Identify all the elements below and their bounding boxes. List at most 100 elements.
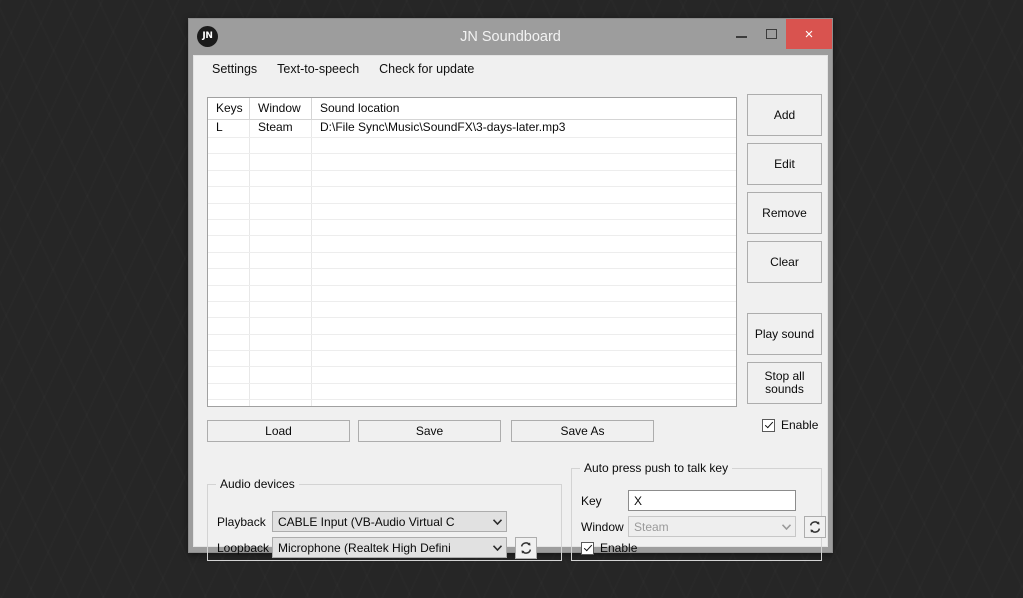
- play-sound-button[interactable]: Play sound: [747, 313, 822, 355]
- row-cell-empty: [312, 302, 736, 317]
- row-cell-empty: [208, 334, 250, 351]
- menu-item-text-to-speech[interactable]: Text-to-speech: [267, 59, 369, 79]
- sound-list-body: L Steam D:\File Sync\Music\SoundFX\3-days-…: [208, 120, 736, 406]
- table-row-empty[interactable]: [208, 285, 736, 302]
- row-cell-empty: [312, 286, 736, 301]
- row-cell-empty: [312, 367, 736, 382]
- title-bar[interactable]: JN JN Soundboard ×: [189, 19, 832, 55]
- column-header-sound-location[interactable]: Sound location: [312, 98, 736, 119]
- row-cell-empty: [208, 400, 250, 406]
- enable-checkbox-label: Enable: [781, 418, 819, 432]
- ptt-enable-checkbox[interactable]: Enable: [581, 541, 637, 555]
- ptt-enable-checkbox-box[interactable]: [581, 541, 594, 555]
- row-cell-empty: [208, 285, 250, 301]
- table-row-empty[interactable]: [208, 236, 736, 253]
- clear-button[interactable]: Clear: [747, 241, 822, 283]
- column-header-window[interactable]: Window: [250, 98, 312, 119]
- row-cell-empty: [208, 236, 250, 252]
- ptt-key-input[interactable]: X: [628, 490, 796, 511]
- row-cell-empty: [250, 383, 312, 400]
- row-cell-empty: [250, 269, 312, 285]
- row-cell-empty: [250, 203, 312, 219]
- row-cell-empty: [312, 335, 736, 350]
- table-row[interactable]: L Steam D:\File Sync\Music\SoundFX\3-days-…: [208, 120, 736, 138]
- save-as-button[interactable]: Save As: [511, 420, 654, 442]
- row-cell-empty: [312, 171, 736, 186]
- table-row-empty[interactable]: [208, 138, 736, 155]
- ptt-window-combo-value: Steam: [634, 519, 669, 534]
- row-cell-empty: [312, 154, 736, 169]
- table-row-empty[interactable]: [208, 334, 736, 352]
- chevron-down-icon: [778, 517, 795, 536]
- sound-list[interactable]: Keys Window Sound location L Steam D:\File…: [207, 97, 737, 407]
- menu-item-settings[interactable]: Settings: [202, 59, 267, 79]
- row-cell-empty: [312, 138, 736, 153]
- table-row-empty[interactable]: [208, 154, 736, 171]
- refresh-window-list-button[interactable]: [804, 516, 826, 538]
- refresh-audio-devices-button[interactable]: [515, 537, 537, 559]
- push-to-talk-title: Auto press push to talk key: [580, 461, 733, 475]
- row-cell-empty: [312, 318, 736, 333]
- table-row-empty[interactable]: [208, 219, 736, 237]
- table-row-empty[interactable]: [208, 400, 736, 406]
- audio-devices-title: Audio devices: [216, 477, 299, 491]
- refresh-icon: [520, 542, 532, 554]
- table-row-empty[interactable]: [208, 301, 736, 319]
- menu-item-check-for-update[interactable]: Check for update: [369, 59, 484, 79]
- row-cell-empty: [250, 138, 312, 154]
- row-cell-empty: [312, 236, 736, 251]
- table-row-empty[interactable]: [208, 351, 736, 368]
- table-row-empty[interactable]: [208, 318, 736, 335]
- row-cell-empty: [312, 400, 736, 406]
- playback-combo[interactable]: CABLE Input (VB-Audio Virtual C: [272, 511, 507, 532]
- remove-button[interactable]: Remove: [747, 192, 822, 234]
- row-cell-empty: [312, 187, 736, 202]
- row-cell-empty: [208, 219, 250, 236]
- save-button[interactable]: Save: [358, 420, 501, 442]
- row-cell-empty: [312, 351, 736, 366]
- row-cell-empty: [250, 367, 312, 383]
- row-cell-empty: [312, 204, 736, 219]
- row-cell-empty: [250, 170, 312, 187]
- load-button[interactable]: Load: [207, 420, 350, 442]
- loopback-combo[interactable]: Microphone (Realtek High Defini: [272, 537, 507, 558]
- maximize-icon: [765, 29, 777, 39]
- enable-checkbox[interactable]: Enable: [762, 418, 818, 432]
- minimize-button[interactable]: [726, 19, 756, 49]
- push-to-talk-group: Auto press push to talk key Key X Window…: [571, 461, 826, 561]
- table-row-empty[interactable]: [208, 170, 736, 188]
- table-row-empty[interactable]: [208, 187, 736, 204]
- refresh-icon: [809, 521, 821, 533]
- row-cell-empty: [208, 252, 250, 269]
- row-cell-empty: [208, 269, 250, 285]
- row-cell-empty: [312, 220, 736, 235]
- stop-all-sounds-button[interactable]: Stop all sounds: [747, 362, 822, 404]
- table-row-empty[interactable]: [208, 269, 736, 286]
- column-header-keys[interactable]: Keys: [208, 98, 250, 119]
- loopback-label: Loopback: [217, 541, 270, 555]
- ptt-window-label: Window: [581, 520, 624, 534]
- table-row-empty[interactable]: [208, 203, 736, 220]
- row-cell-empty: [208, 138, 250, 154]
- row-cell-empty: [312, 384, 736, 399]
- loopback-combo-value: Microphone (Realtek High Defini: [278, 540, 451, 555]
- close-button[interactable]: ×: [786, 19, 832, 49]
- row-cell-empty: [208, 154, 250, 170]
- table-row-empty[interactable]: [208, 367, 736, 384]
- enable-checkbox-box[interactable]: [762, 418, 775, 432]
- row-cell-empty: [250, 252, 312, 269]
- row-cell-location: D:\File Sync\Music\SoundFX\3-days-later.…: [320, 120, 566, 134]
- row-cell-empty: [312, 253, 736, 268]
- row-cell-empty: [250, 219, 312, 236]
- table-row-empty[interactable]: [208, 252, 736, 270]
- add-button[interactable]: Add: [747, 94, 822, 136]
- row-cell-empty: [250, 318, 312, 334]
- table-row-empty[interactable]: [208, 383, 736, 401]
- ptt-window-combo[interactable]: Steam: [628, 516, 796, 537]
- row-cell-empty: [208, 203, 250, 219]
- row-cell-empty: [208, 170, 250, 187]
- row-cell-empty: [208, 351, 250, 367]
- maximize-button[interactable]: [756, 19, 786, 49]
- edit-button[interactable]: Edit: [747, 143, 822, 185]
- row-cell-empty: [250, 187, 312, 203]
